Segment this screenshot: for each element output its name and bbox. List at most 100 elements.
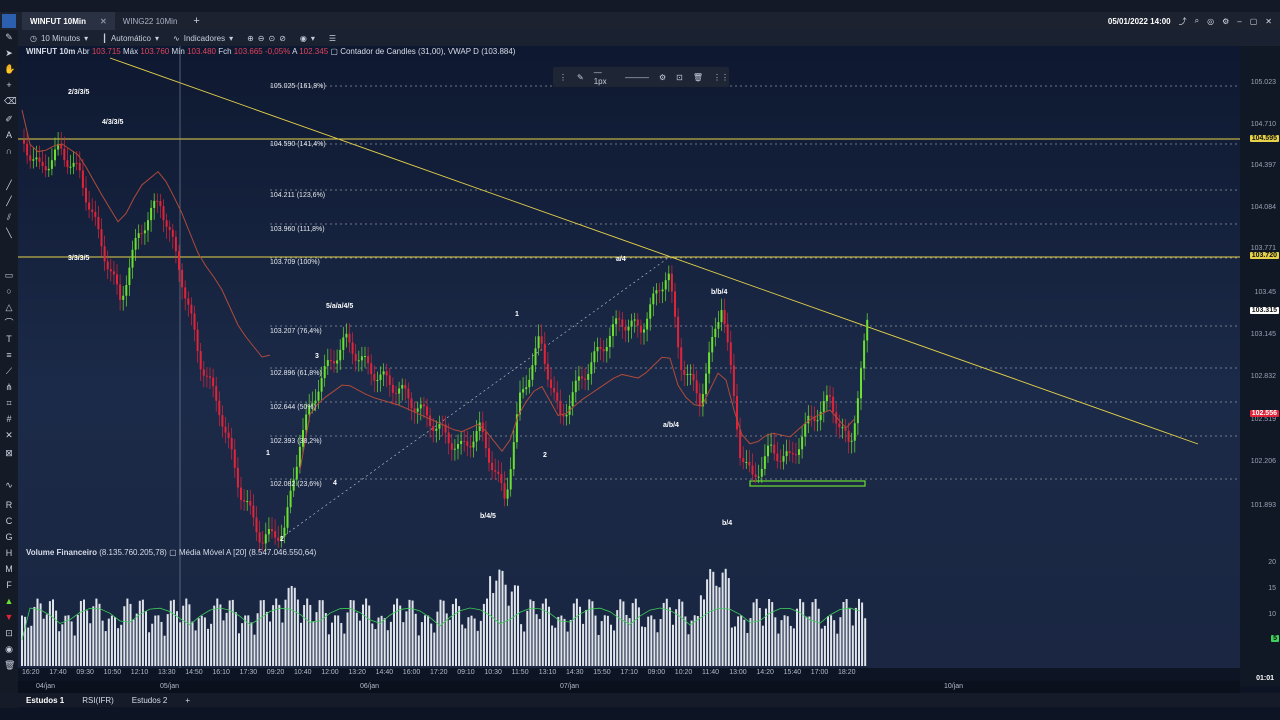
candle-body <box>748 461 751 466</box>
candle-body <box>317 391 320 401</box>
volume-bar <box>386 630 389 666</box>
candle-body <box>240 487 242 500</box>
candle-body <box>72 162 75 167</box>
candle-body <box>29 155 32 161</box>
tab-estudos-2[interactable]: Estudos 2 <box>132 696 168 705</box>
candle-body <box>168 226 171 230</box>
candle-body <box>674 291 676 317</box>
volume-bar <box>411 600 414 666</box>
candle-body <box>546 363 549 380</box>
price-badge-current: 103.315 <box>1249 307 1279 314</box>
ma-label: Média Móvel A [20] <box>178 548 247 557</box>
wave-label: 2 <box>543 452 547 459</box>
candle-body <box>816 420 819 422</box>
volume-bar <box>321 600 324 666</box>
volume-bar <box>408 599 411 666</box>
volume-bar <box>486 598 488 666</box>
tab-estudos-1[interactable]: Estudos 1 <box>26 696 64 705</box>
volume-bar <box>684 616 687 666</box>
volume-bar <box>166 614 169 666</box>
volume-bar <box>160 621 163 666</box>
pencil-icon[interactable]: ✎ <box>577 73 584 82</box>
volume-bar <box>858 598 860 666</box>
date-axis[interactable]: 01:01 04/jan 05/jan 06/jan 07/jan 10/jan <box>18 675 1274 693</box>
candle-body <box>339 349 342 361</box>
volume-bar <box>817 608 820 666</box>
candle-body <box>224 426 227 433</box>
volume-bar <box>203 617 206 666</box>
time-tick: 14:30 <box>566 669 584 676</box>
price-badge-red: 102.556 <box>1249 410 1279 417</box>
volume-value: (8.135.760.205,78) <box>99 548 167 557</box>
candle-body <box>512 442 515 470</box>
time-axis[interactable]: 16:20 17:40 09:30 10:50 12:10 13:30 14:50 16:10… <box>18 668 1240 680</box>
time-tick: 09:20 <box>266 669 285 676</box>
ma-value: (8.547.046.550,64) <box>248 548 317 557</box>
candle-body <box>364 356 366 358</box>
volume-bar <box>83 599 85 666</box>
candle-body <box>246 501 249 503</box>
candle-body <box>488 448 490 463</box>
volume-bar <box>749 618 752 666</box>
candle-body <box>695 380 698 394</box>
lock-icon[interactable]: ⊡ <box>676 73 683 82</box>
volume-bar <box>231 599 234 666</box>
candle-body <box>556 392 559 401</box>
candle-body <box>106 261 109 270</box>
candle-body <box>788 451 791 453</box>
candle-body <box>618 318 621 320</box>
volume-bar <box>451 604 454 666</box>
wave-label: 2/3/3/5 <box>68 89 90 96</box>
volume-bar <box>724 568 727 666</box>
volume-bar <box>436 611 439 666</box>
add-study-icon[interactable]: + <box>185 696 190 705</box>
drag-handle-icon[interactable]: ⋮ <box>559 73 567 82</box>
tab-rsi[interactable]: RSI(IFR) <box>82 696 114 705</box>
volume-bar <box>337 615 340 666</box>
settings-icon[interactable]: ⚙ <box>659 73 666 82</box>
volume-bar <box>145 611 147 666</box>
candle-body <box>605 346 608 352</box>
volume-bar <box>312 621 315 666</box>
symbol-header: WINFUT 10m Abr 103.715 Máx 103.760 Mín 1… <box>26 47 515 56</box>
time-tick: 16:10 <box>212 669 230 676</box>
indicator-box-icon[interactable]: ▢ <box>330 47 338 56</box>
volume-bar <box>89 623 92 666</box>
indicator-box-icon[interactable]: ▢ <box>169 548 177 557</box>
line-width-select[interactable]: — 1px <box>594 68 615 86</box>
volume-bar <box>455 598 457 666</box>
trash-icon[interactable]: 🗑 <box>693 73 703 82</box>
candle-body <box>26 143 29 156</box>
volume-bar <box>163 635 166 666</box>
price-tick: 103.45 <box>1254 289 1276 296</box>
volume-bar <box>668 607 671 666</box>
volume-bar <box>603 615 606 666</box>
candle-body <box>847 430 850 442</box>
volume-bar <box>424 615 426 666</box>
price-axis[interactable]: 105.023 104.710 104.397 104.084 103.771 … <box>1240 46 1280 686</box>
price-chart[interactable] <box>0 0 1280 720</box>
volume-bar <box>151 623 154 666</box>
volume-bar <box>854 607 857 666</box>
volume-bar <box>641 626 643 666</box>
time-tick: 10:50 <box>103 669 122 676</box>
volume-bar <box>334 615 337 666</box>
candle-body <box>633 319 636 321</box>
candle-body <box>333 361 335 364</box>
change-value: -0,05% <box>264 47 291 56</box>
price-tick: 102.832 <box>1250 373 1276 380</box>
volume-bar <box>532 601 535 666</box>
candle-body <box>760 468 763 477</box>
line-style-select[interactable]: ——— <box>625 73 649 82</box>
volume-bar <box>501 570 504 666</box>
volume-bar <box>107 618 110 666</box>
volume-bar <box>783 615 786 666</box>
volume-bar <box>768 598 771 666</box>
candle-body <box>723 310 726 325</box>
volume-bar <box>820 628 823 666</box>
candle-body <box>537 336 540 349</box>
more-icon[interactable]: ⋮⋮ <box>713 73 729 82</box>
volume-bar <box>718 587 721 666</box>
volume-bar <box>110 615 113 666</box>
candle-body <box>162 206 165 221</box>
